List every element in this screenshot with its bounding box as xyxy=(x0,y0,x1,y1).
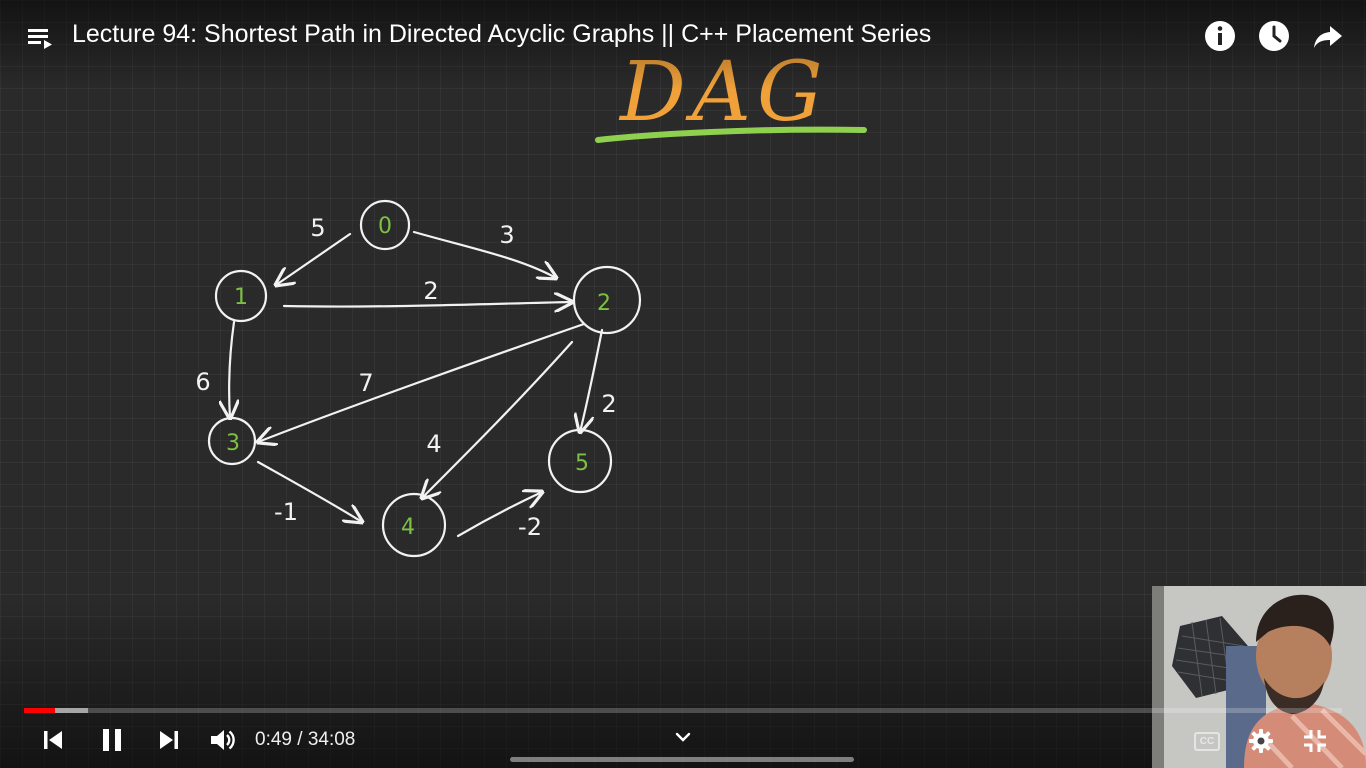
drag-handle[interactable] xyxy=(510,757,854,762)
current-time: 0:49 xyxy=(255,729,292,750)
edge-1-3 xyxy=(229,320,234,418)
node-label-1: 1 xyxy=(234,285,248,310)
total-time: 34:08 xyxy=(307,729,356,750)
share-icon[interactable] xyxy=(1310,18,1346,54)
exit-fullscreen-icon[interactable] xyxy=(1297,723,1333,759)
node-label-2: 2 xyxy=(597,291,611,316)
node-label-0: 0 xyxy=(378,214,392,239)
edge-2-4 xyxy=(422,340,574,498)
weight-0-2: 3 xyxy=(499,221,514,249)
previous-icon[interactable] xyxy=(35,722,71,758)
next-icon[interactable] xyxy=(151,722,187,758)
weight-4-5: -2 xyxy=(518,513,542,541)
time-separator: / xyxy=(297,729,303,750)
edge-2-5 xyxy=(580,328,604,432)
edge-0-2 xyxy=(412,230,556,278)
clock-icon[interactable] xyxy=(1256,18,1292,54)
volume-icon[interactable] xyxy=(204,722,240,758)
captions-label: CC xyxy=(1199,735,1215,747)
weight-2-4: 4 xyxy=(426,430,441,458)
captions-button[interactable]: CC xyxy=(1189,723,1225,759)
time-display: 0:49 / 34:08 xyxy=(255,729,355,751)
node-label-5: 5 xyxy=(575,451,589,476)
pause-icon[interactable] xyxy=(94,722,130,758)
weight-2-3: 7 xyxy=(358,369,373,397)
gear-icon[interactable] xyxy=(1243,723,1279,759)
node-label-4: 4 xyxy=(401,515,415,540)
weight-1-2: 2 xyxy=(423,277,438,305)
weight-3-4: -1 xyxy=(274,498,298,526)
playlist-icon[interactable] xyxy=(22,20,58,56)
progress-bar[interactable] xyxy=(24,708,1342,713)
video-title[interactable]: Lecture 94: Shortest Path in Directed Ac… xyxy=(72,20,931,49)
chevron-down-icon[interactable] xyxy=(665,719,701,755)
info-icon[interactable] xyxy=(1202,18,1238,54)
node-label-3: 3 xyxy=(226,431,240,456)
weight-1-3: 6 xyxy=(195,368,210,396)
weight-0-1: 5 xyxy=(310,214,325,242)
cc-icon: CC xyxy=(1194,731,1220,751)
played-bar xyxy=(24,708,55,713)
weight-2-5: 2 xyxy=(601,390,616,418)
